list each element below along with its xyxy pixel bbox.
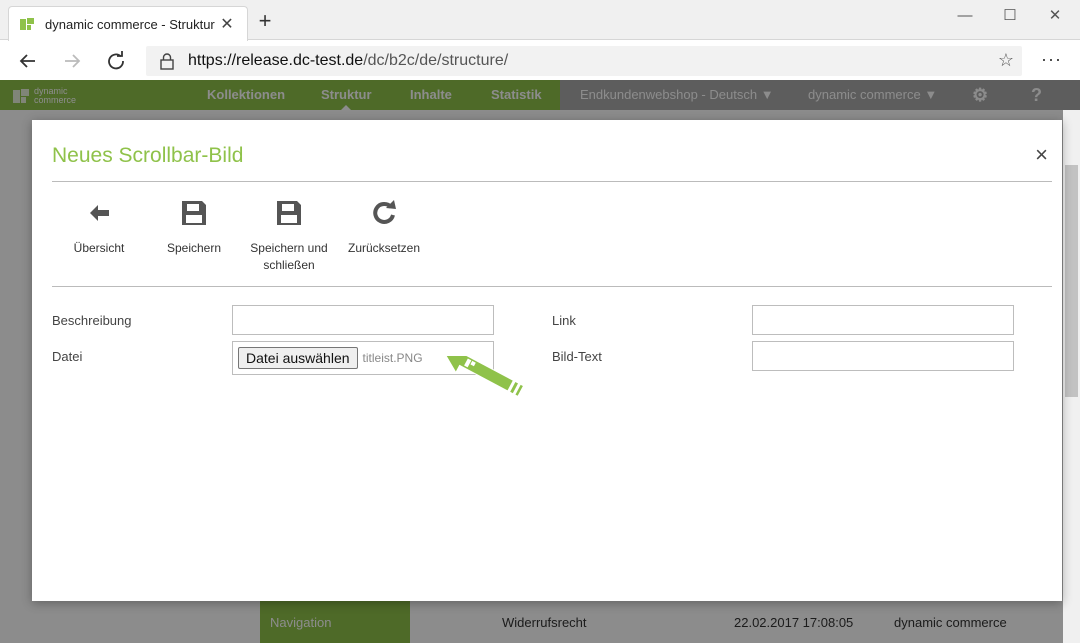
pointer-arrow-icon <box>439 356 525 398</box>
floppy-disk-icon <box>277 201 301 225</box>
choose-file-button[interactable]: Datei auswählen <box>238 347 358 369</box>
file-name: titleist.PNG <box>362 351 423 365</box>
new-tab-button[interactable]: + <box>254 10 276 32</box>
favorite-star-icon[interactable]: ☆ <box>998 50 1014 71</box>
url-field[interactable]: https://release.dc-test.de/dc/b2c/de/str… <box>146 46 1022 76</box>
window-close-button[interactable]: ✕ <box>1032 4 1078 28</box>
maximize-button[interactable]: ☐ <box>987 4 1033 28</box>
lock-icon <box>160 53 174 70</box>
reset-button[interactable]: Zurücksetzen <box>334 198 434 257</box>
back-arrow-icon[interactable] <box>14 47 42 75</box>
link-label: Link <box>552 313 576 328</box>
image-text-label: Bild-Text <box>552 349 602 364</box>
save-and-close-label-line2: schließen <box>263 258 315 272</box>
dialog-close-icon[interactable]: × <box>1035 144 1048 166</box>
url-host: https://release.dc-test.de <box>188 52 364 69</box>
new-scrollbar-image-dialog: Neues Scrollbar-Bild × Übersicht Speiche… <box>32 120 1062 601</box>
refresh-icon[interactable] <box>102 47 130 75</box>
file-label: Datei <box>52 349 83 364</box>
description-input[interactable] <box>232 305 494 335</box>
dynamic-commerce-favicon-icon <box>20 18 34 30</box>
image-text-input[interactable] <box>752 341 1014 371</box>
minimize-button[interactable]: — <box>942 4 988 28</box>
url-path: /dc/b2c/de/structure/ <box>363 52 509 69</box>
reset-label: Zurücksetzen <box>347 241 421 255</box>
dialog-title: Neues Scrollbar-Bild <box>52 144 244 167</box>
browser-tabbar: dynamic commerce - Struktur ✕ + — ☐ ✕ <box>0 0 1080 41</box>
redo-icon <box>373 200 396 224</box>
tab-close-icon[interactable]: ✕ <box>217 14 237 34</box>
overview-button[interactable]: Übersicht <box>49 198 149 257</box>
browser-addressbar: https://release.dc-test.de/dc/b2c/de/str… <box>0 41 1080 80</box>
link-input[interactable] <box>752 305 1014 335</box>
tab-title: dynamic commerce - Struktur <box>45 16 215 32</box>
save-label: Speichern <box>166 241 222 255</box>
overview-label: Übersicht <box>73 241 125 255</box>
browser-tab[interactable]: dynamic commerce - Struktur ✕ <box>8 6 248 41</box>
more-menu-icon[interactable]: ··· <box>1041 49 1062 70</box>
save-and-close-button[interactable]: Speichern und schließen <box>239 198 339 274</box>
save-and-close-label-line1: Speichern und <box>250 241 328 255</box>
back-arrow-icon <box>90 205 109 221</box>
toolbar-divider <box>52 286 1052 287</box>
floppy-disk-icon <box>182 201 206 225</box>
description-label: Beschreibung <box>52 313 132 328</box>
title-divider <box>52 181 1052 182</box>
forward-arrow-icon[interactable] <box>58 47 86 75</box>
page-scrollbar-thumb[interactable] <box>1065 165 1078 397</box>
save-button[interactable]: Speichern <box>144 198 244 257</box>
